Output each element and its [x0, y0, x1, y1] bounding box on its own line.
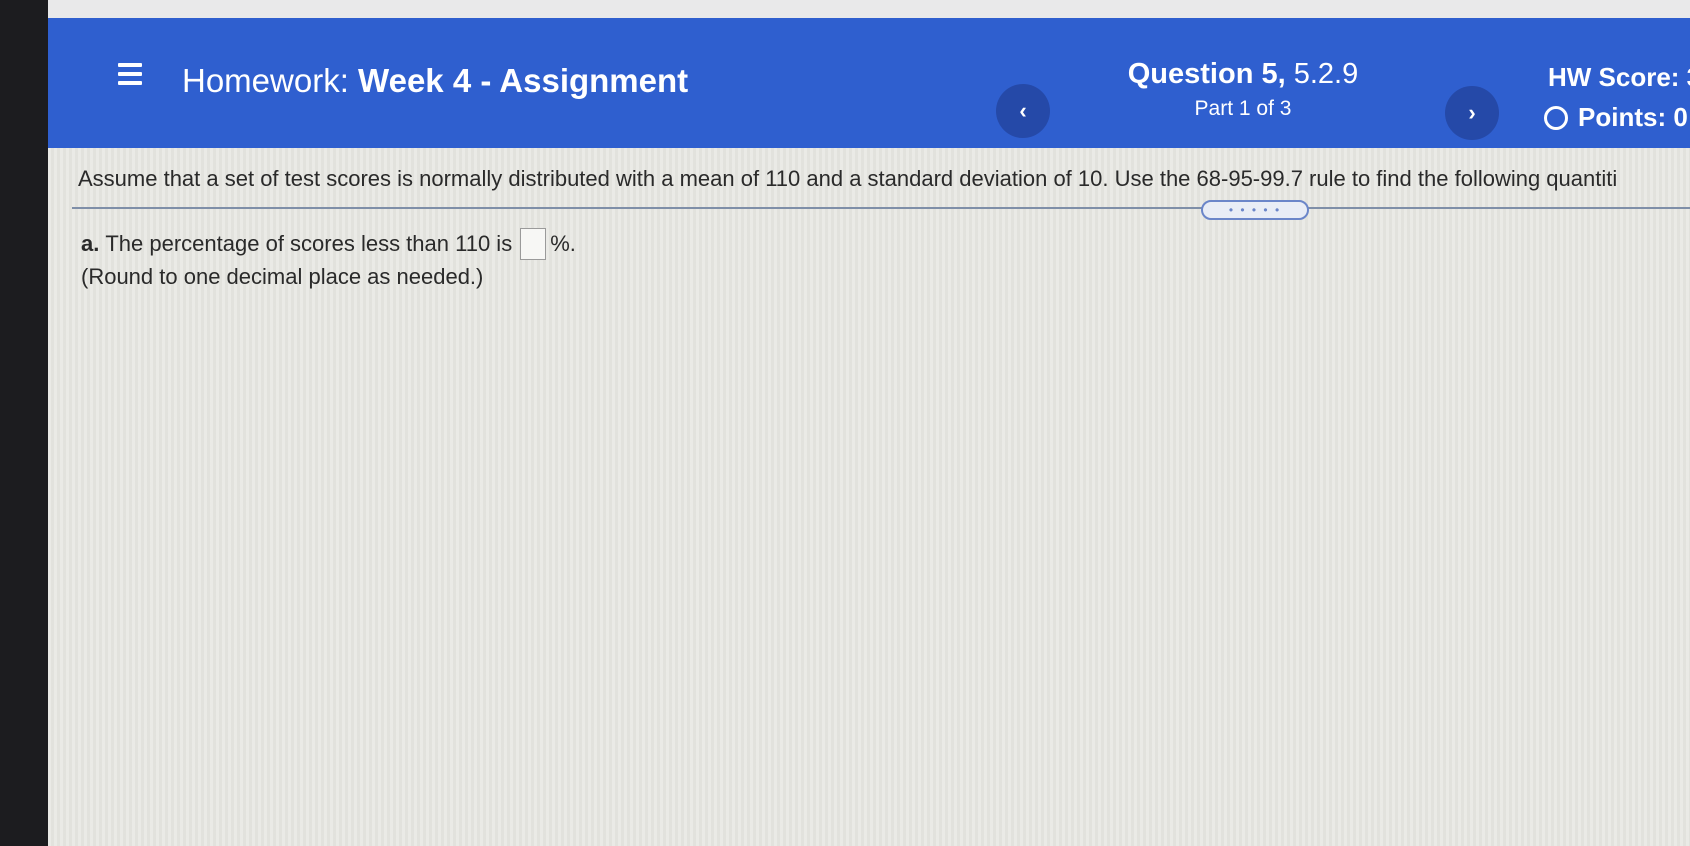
part-letter: a. [81, 231, 100, 256]
chevron-left-icon: ‹ [1019, 98, 1027, 123]
next-question-button[interactable]: › [1445, 86, 1499, 140]
percent-suffix: %. [550, 231, 576, 256]
hamburger-menu-icon[interactable] [118, 63, 142, 85]
divider [72, 207, 1690, 209]
rounding-note: (Round to one decimal place as needed.) [81, 264, 484, 289]
assignment-name: Week 4 - Assignment [358, 62, 689, 99]
points-status: Points: 0 [1544, 102, 1688, 133]
expand-handle-button[interactable]: • • • • • [1201, 200, 1309, 220]
title-label: Homework: [182, 62, 349, 99]
chevron-right-icon: › [1468, 100, 1476, 125]
question-title: Question 5, 5.2.9 [1118, 58, 1368, 91]
page-title: Homework: Week 4 - Assignment [182, 62, 688, 100]
circle-status-icon [1544, 105, 1568, 130]
question-label: Question 5, [1127, 58, 1286, 90]
top-strip [48, 0, 1690, 20]
question-indicator: Question 5, 5.2.9 Part 1 of 3 [1118, 58, 1368, 121]
question-part: Part 1 of 3 [1194, 97, 1292, 120]
question-number: 5.2.9 [1293, 58, 1359, 90]
part-a-question: a. The percentage of scores less than 11… [81, 228, 576, 260]
problem-statement: Assume that a set of test scores is norm… [78, 166, 1618, 191]
homework-screen: Homework: Week 4 - Assignment ‹ Question… [48, 18, 1690, 846]
answer-input[interactable] [520, 228, 547, 260]
header-bar: Homework: Week 4 - Assignment ‹ Question… [48, 18, 1690, 148]
hw-score: HW Score: 3 [1548, 62, 1690, 92]
part-a-text: The percentage of scores less than 110 i… [105, 231, 513, 256]
points-label: Points: 0 [1578, 102, 1688, 132]
previous-question-button[interactable]: ‹ [996, 84, 1050, 138]
